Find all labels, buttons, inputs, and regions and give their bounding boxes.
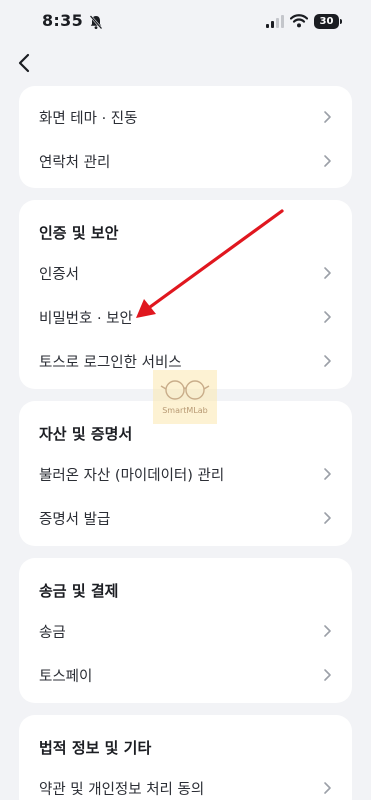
menu-item-contacts[interactable]: 연락처 관리 bbox=[19, 139, 352, 183]
bell-off-icon bbox=[89, 15, 103, 30]
display-settings-card: 화면 테마 · 진동 연락처 관리 bbox=[19, 86, 352, 188]
status-time: 8:35 bbox=[42, 11, 83, 30]
transfer-payment-card: 송금 및 결제 송금 토스페이 bbox=[19, 558, 352, 703]
menu-item-password-security[interactable]: 비밀번호 · 보안 bbox=[19, 295, 352, 339]
chevron-right-icon bbox=[324, 355, 331, 367]
auth-security-card: 인증 및 보안 인증서 비밀번호 · 보안 토스로 로그인한 서비스 bbox=[19, 200, 352, 389]
watermark-text: SmartMLab bbox=[162, 406, 208, 415]
battery-icon: 30 bbox=[314, 14, 339, 29]
menu-item-label: 화면 테마 · 진동 bbox=[39, 111, 138, 127]
battery-tip bbox=[340, 19, 342, 24]
section-title: 자산 및 증명서 bbox=[39, 425, 133, 443]
section-title: 송금 및 결제 bbox=[39, 582, 119, 600]
menu-item-certificate[interactable]: 인증서 bbox=[19, 251, 352, 295]
back-icon[interactable] bbox=[12, 50, 38, 76]
watermark-logo: SmartMLab bbox=[153, 370, 217, 424]
legal-info-card: 법적 정보 및 기타 약관 및 개인정보 처리 동의 bbox=[19, 715, 352, 800]
menu-item-label: 약관 및 개인정보 처리 동의 bbox=[39, 782, 205, 798]
menu-item-label: 비밀번호 · 보안 bbox=[39, 311, 133, 327]
chevron-right-icon bbox=[324, 782, 331, 794]
chevron-right-icon bbox=[324, 669, 331, 681]
chevron-right-icon bbox=[324, 267, 331, 279]
menu-item-label: 인증서 bbox=[39, 267, 80, 283]
chevron-right-icon bbox=[324, 512, 331, 524]
cellular-signal-icon bbox=[266, 15, 284, 28]
menu-item-label: 송금 bbox=[39, 625, 66, 641]
menu-item-tosspay[interactable]: 토스페이 bbox=[19, 653, 352, 697]
menu-item-label: 불러온 자산 (마이데이터) 관리 bbox=[39, 468, 225, 484]
wifi-icon bbox=[290, 14, 308, 28]
chevron-right-icon bbox=[324, 625, 331, 637]
chevron-right-icon bbox=[324, 468, 331, 480]
menu-item-label: 토스로 로그인한 서비스 bbox=[39, 355, 182, 371]
glasses-icon bbox=[160, 380, 210, 400]
menu-item-certificate-issue[interactable]: 증명서 발급 bbox=[19, 496, 352, 540]
section-title: 법적 정보 및 기타 bbox=[39, 739, 152, 757]
menu-item-label: 증명서 발급 bbox=[39, 512, 111, 528]
menu-item-label: 연락처 관리 bbox=[39, 155, 111, 171]
menu-item-display-theme[interactable]: 화면 테마 · 진동 bbox=[19, 95, 352, 139]
section-title: 인증 및 보안 bbox=[39, 224, 119, 242]
status-bar: 8:35 30 bbox=[0, 0, 371, 44]
menu-item-label: 토스페이 bbox=[39, 669, 93, 685]
menu-item-transfer[interactable]: 송금 bbox=[19, 609, 352, 653]
menu-item-terms-privacy[interactable]: 약관 및 개인정보 처리 동의 bbox=[19, 766, 352, 800]
menu-item-mydata-assets[interactable]: 불러온 자산 (마이데이터) 관리 bbox=[19, 452, 352, 496]
chevron-right-icon bbox=[324, 311, 331, 323]
chevron-right-icon bbox=[324, 111, 331, 123]
chevron-right-icon bbox=[324, 155, 331, 167]
